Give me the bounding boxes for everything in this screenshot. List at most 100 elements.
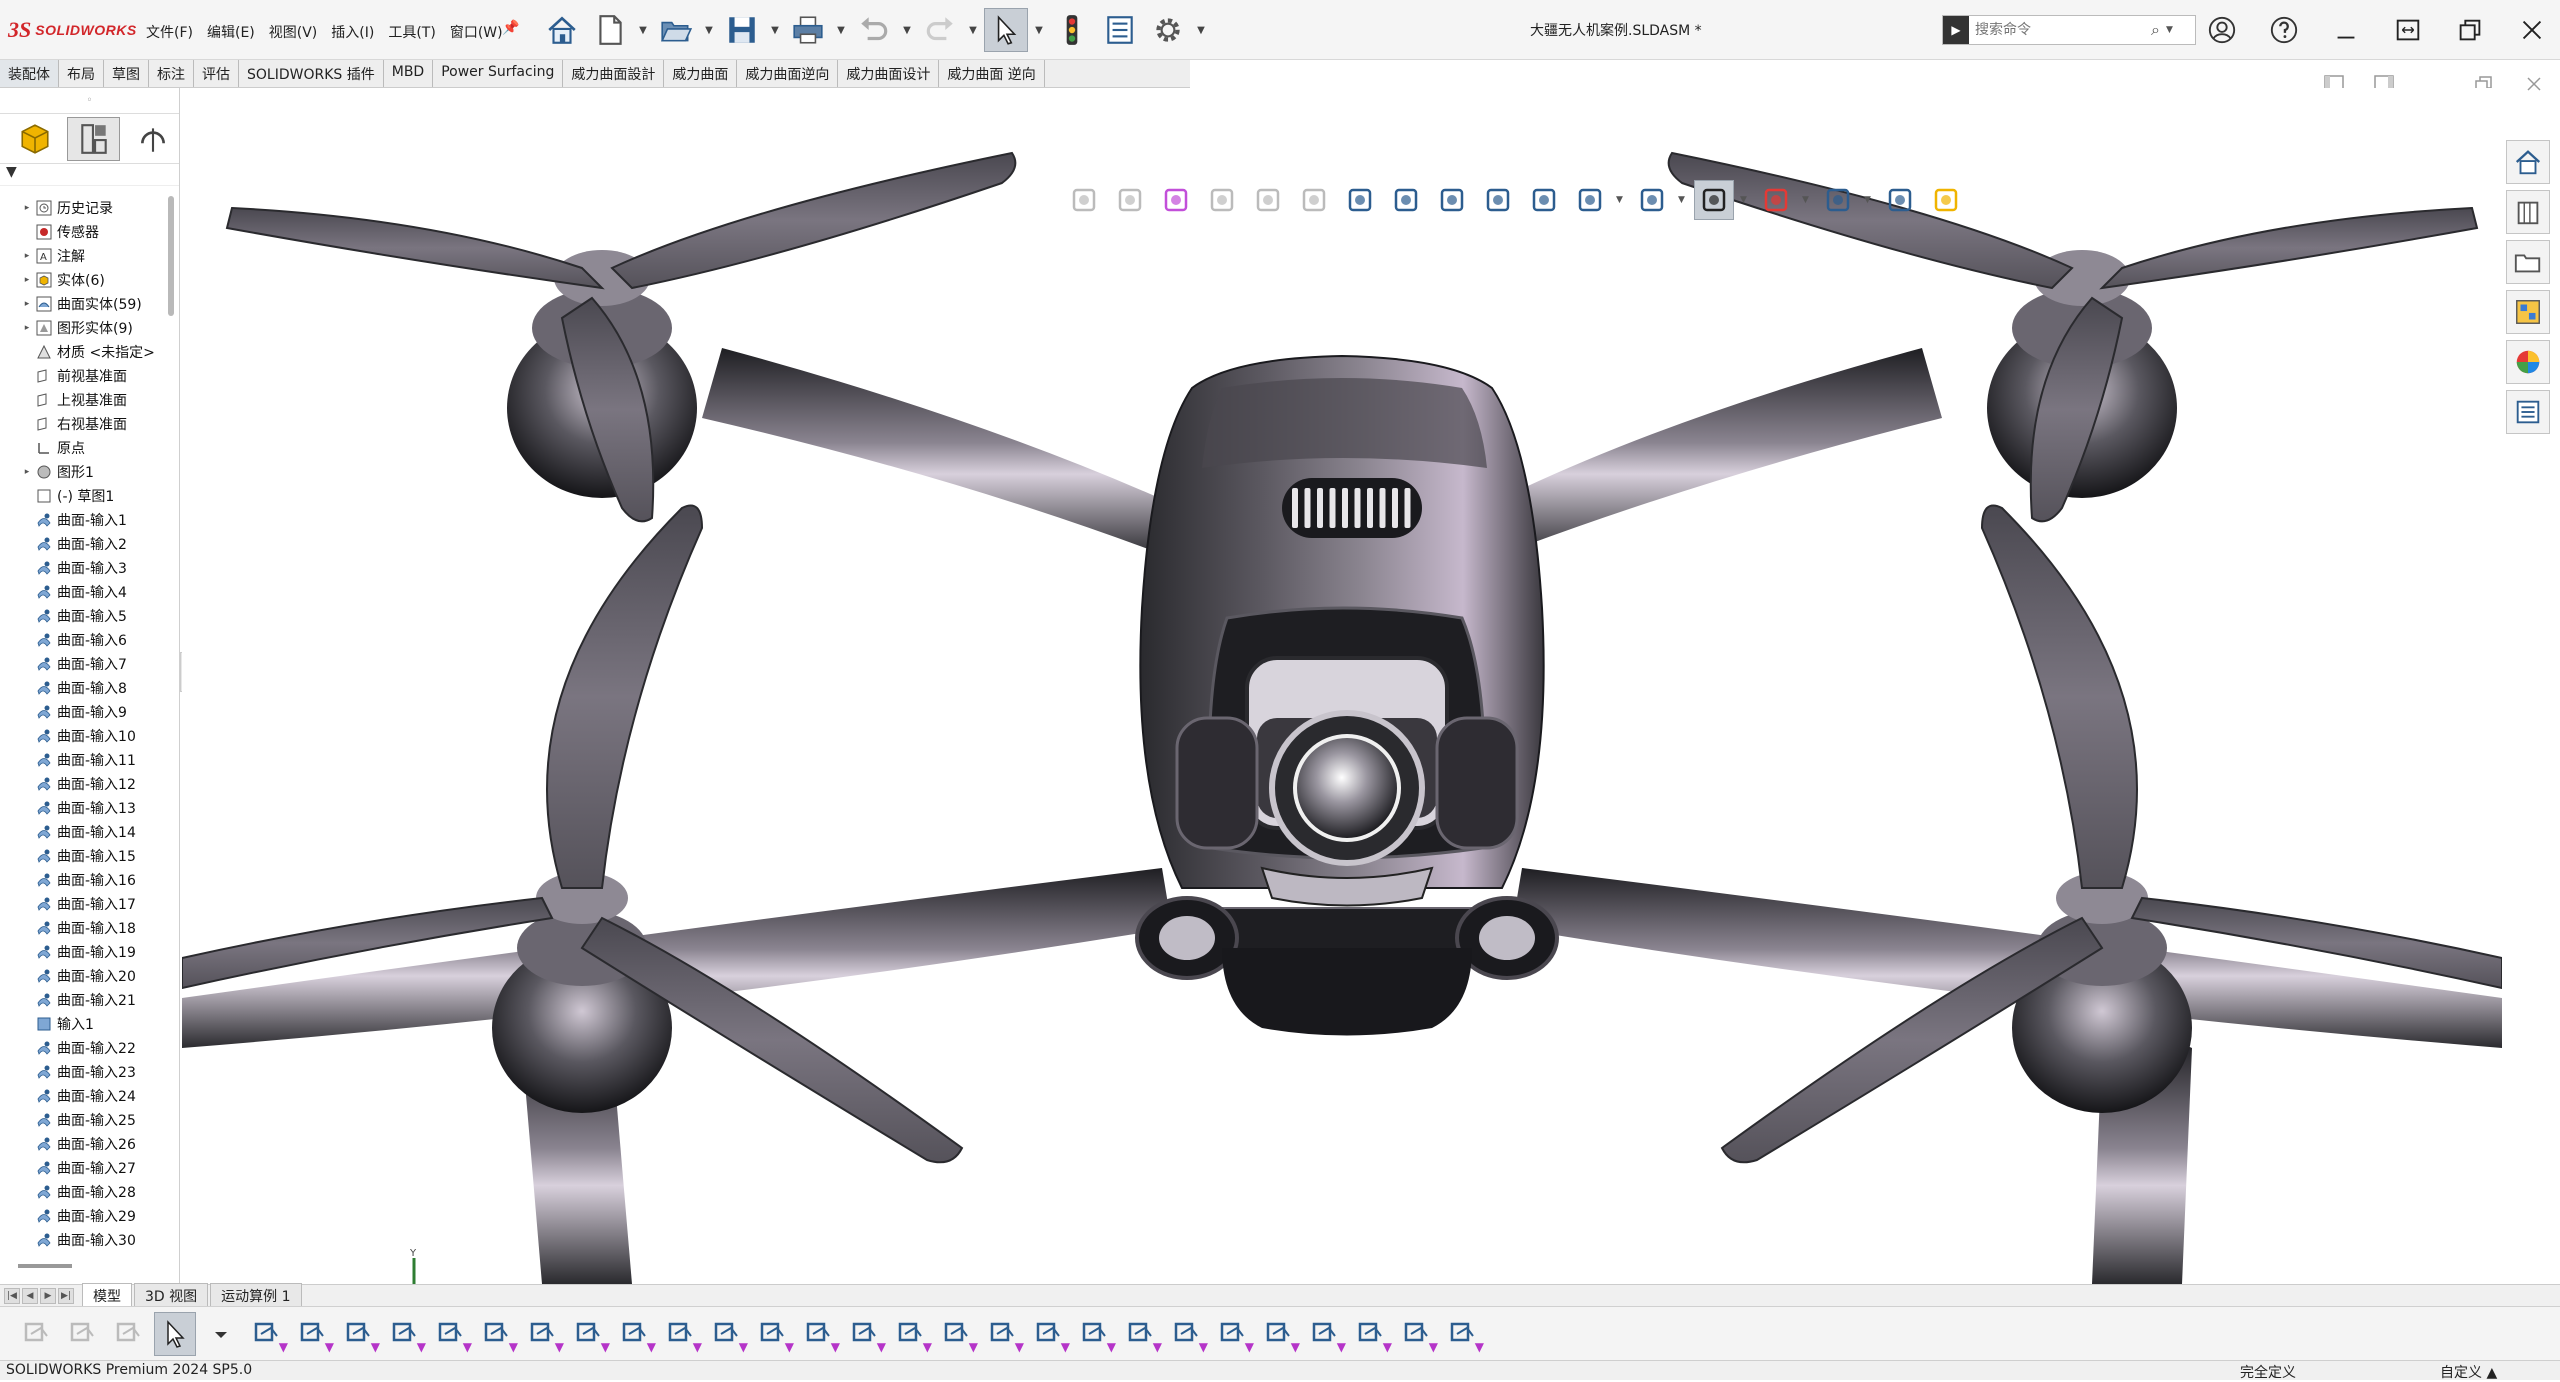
tree-item[interactable]: 曲面-输入27 <box>0 1156 170 1180</box>
tree-item[interactable]: 上视基准面 <box>0 388 170 412</box>
home-button[interactable] <box>540 8 584 52</box>
expand-arrow-icon[interactable]: ▸ <box>20 203 34 213</box>
filter-all-button[interactable] <box>108 1312 150 1356</box>
tree-item[interactable]: 曲面-输入1 <box>0 508 170 532</box>
filter-centerline-button[interactable]: ▼ <box>752 1312 794 1356</box>
ambient-occlusion-button[interactable] <box>1248 180 1288 220</box>
filter-planes-button[interactable]: ▼ <box>522 1312 564 1356</box>
tree-item[interactable]: 曲面-输入19 <box>0 940 170 964</box>
tree-item[interactable]: 曲面-输入11 <box>0 748 170 772</box>
display-style-button[interactable] <box>1570 180 1610 220</box>
tree-item[interactable]: 曲面-输入15 <box>0 844 170 868</box>
select-dropdown-button[interactable] <box>200 1312 242 1356</box>
filter-cosmetic-thread-button[interactable]: ▼ <box>1074 1312 1116 1356</box>
tree-item[interactable]: 曲面-输入26 <box>0 1132 170 1156</box>
tree-item[interactable]: 曲面-输入18 <box>0 916 170 940</box>
tab-configuration-manager[interactable] <box>126 117 179 161</box>
tree-item[interactable]: ▸ A 注解 <box>0 244 170 268</box>
hide-show-items-dropdown[interactable]: ▼ <box>1740 195 1750 205</box>
previous-view-button[interactable] <box>1064 180 1104 220</box>
filter-datum-feature-button[interactable]: ▼ <box>1028 1312 1070 1356</box>
filter-dimensions-button[interactable]: ▼ <box>798 1312 840 1356</box>
print-button[interactable] <box>786 8 830 52</box>
tree-item[interactable]: 曲面-输入14 <box>0 820 170 844</box>
prev-tab-button[interactable]: ◀ <box>22 1287 38 1304</box>
new-document-button[interactable] <box>588 8 632 52</box>
tree-item[interactable]: 曲面-输入13 <box>0 796 170 820</box>
section-view-button[interactable] <box>1110 180 1150 220</box>
realview-button[interactable] <box>1156 180 1196 220</box>
filter-connection-points-button[interactable]: ▼ <box>1166 1312 1208 1356</box>
open-button[interactable] <box>654 8 698 52</box>
tree-item[interactable]: 曲面-输入9 <box>0 700 170 724</box>
save-dropdown[interactable]: ▼ <box>768 8 782 52</box>
expand-arrow-icon[interactable]: ▸ <box>20 251 34 261</box>
tree-filter-icon[interactable]: ▼ <box>0 164 179 186</box>
tree-item[interactable]: 曲面-输入17 <box>0 892 170 916</box>
tree-item[interactable]: 曲面-输入24 <box>0 1084 170 1108</box>
filter-faces-button[interactable]: ▼ <box>338 1312 380 1356</box>
tree-item[interactable]: 材质 <未指定> <box>0 340 170 364</box>
filter-routing-points-button[interactable]: ▼ <box>1212 1312 1254 1356</box>
task-pane-design-library[interactable] <box>2506 190 2550 234</box>
options-dropdown[interactable]: ▼ <box>1194 8 1208 52</box>
filter-components-button[interactable]: ▼ <box>1304 1312 1346 1356</box>
search-dropdown[interactable]: ▼ <box>2166 25 2173 35</box>
zoom-to-area-button[interactable] <box>1386 180 1426 220</box>
rotate-view-button[interactable] <box>1432 180 1472 220</box>
tree-item[interactable]: ▸ 历史记录 <box>0 196 170 220</box>
panel-drag-handle[interactable]: ◦ <box>0 88 179 114</box>
tab-weili-design-trad[interactable]: 威力曲面設計 <box>563 60 665 87</box>
expand-arrow-icon[interactable]: ▸ <box>20 299 34 309</box>
filter-notes-button[interactable]: ▼ <box>936 1312 978 1356</box>
minimize-button[interactable] <box>2324 8 2368 52</box>
filter-mate-button[interactable]: ▼ <box>1258 1312 1300 1356</box>
filter-midpoints-button[interactable]: ▼ <box>660 1312 702 1356</box>
pin-window-button[interactable] <box>2386 8 2430 52</box>
select-button[interactable] <box>984 8 1028 52</box>
task-pane-view-palette[interactable] <box>2506 290 2550 334</box>
task-pane-resources[interactable] <box>2506 140 2550 184</box>
restore-button[interactable] <box>2448 8 2492 52</box>
tab-power-surfacing[interactable]: Power Surfacing <box>433 60 564 87</box>
options-button[interactable] <box>1146 8 1190 52</box>
tab-weili-reverse[interactable]: 威力曲面逆向 <box>737 60 839 87</box>
filter-vertices-button[interactable]: ▼ <box>246 1312 288 1356</box>
filter-center-of-mass-button[interactable]: ▼ <box>1350 1312 1392 1356</box>
task-pane-custom-properties[interactable] <box>2506 390 2550 434</box>
filter-surface-finish-button[interactable]: ▼ <box>844 1312 886 1356</box>
menu-file[interactable]: 文件(F) <box>140 18 199 46</box>
tab-assembly[interactable]: 装配体 <box>0 60 59 87</box>
filter-mates-button[interactable]: ▼ <box>1442 1312 1484 1356</box>
tree-item[interactable]: 曲面-输入16 <box>0 868 170 892</box>
task-pane-appearances[interactable] <box>2506 340 2550 384</box>
next-tab-button[interactable]: ▶ <box>40 1287 56 1304</box>
display-style-dropdown[interactable]: ▼ <box>1616 195 1626 205</box>
tab-feature-manager[interactable] <box>8 117 61 161</box>
filter-clear-button[interactable] <box>62 1312 104 1356</box>
tab-weili-surface[interactable]: 威力曲面 <box>664 60 738 87</box>
apply-scene-button[interactable] <box>1818 180 1858 220</box>
select-dropdown[interactable]: ▼ <box>1032 8 1046 52</box>
tab-evaluate[interactable]: 评估 <box>194 60 239 87</box>
filter-surface-bodies-button[interactable]: ▼ <box>384 1312 426 1356</box>
save-button[interactable] <box>720 8 764 52</box>
tree-item[interactable]: 曲面-输入3 <box>0 556 170 580</box>
standard-views-dropdown[interactable]: ▼ <box>1678 195 1688 205</box>
user-account-button[interactable] <box>2200 8 2244 52</box>
edit-appearance-button[interactable] <box>1756 180 1796 220</box>
tree-item[interactable]: 曲面-输入6 <box>0 628 170 652</box>
tab-property-manager[interactable] <box>67 116 120 161</box>
filter-toggle-button[interactable] <box>16 1312 58 1356</box>
undo-button[interactable] <box>852 8 896 52</box>
filter-edges-button[interactable]: ▼ <box>292 1312 334 1356</box>
tab-addins[interactable]: SOLIDWORKS 插件 <box>239 60 384 87</box>
redo-dropdown[interactable]: ▼ <box>966 8 980 52</box>
tree-item[interactable]: 右视基准面 <box>0 412 170 436</box>
solidworks-logo[interactable]: 3S SOLIDWORKS <box>8 16 137 44</box>
view-settings-button[interactable] <box>1880 180 1920 220</box>
search-icon[interactable]: ⌕ <box>2151 20 2160 40</box>
print-dropdown[interactable]: ▼ <box>834 8 848 52</box>
tree-item[interactable]: 曲面-输入2 <box>0 532 170 556</box>
perspective-button[interactable] <box>1294 180 1334 220</box>
